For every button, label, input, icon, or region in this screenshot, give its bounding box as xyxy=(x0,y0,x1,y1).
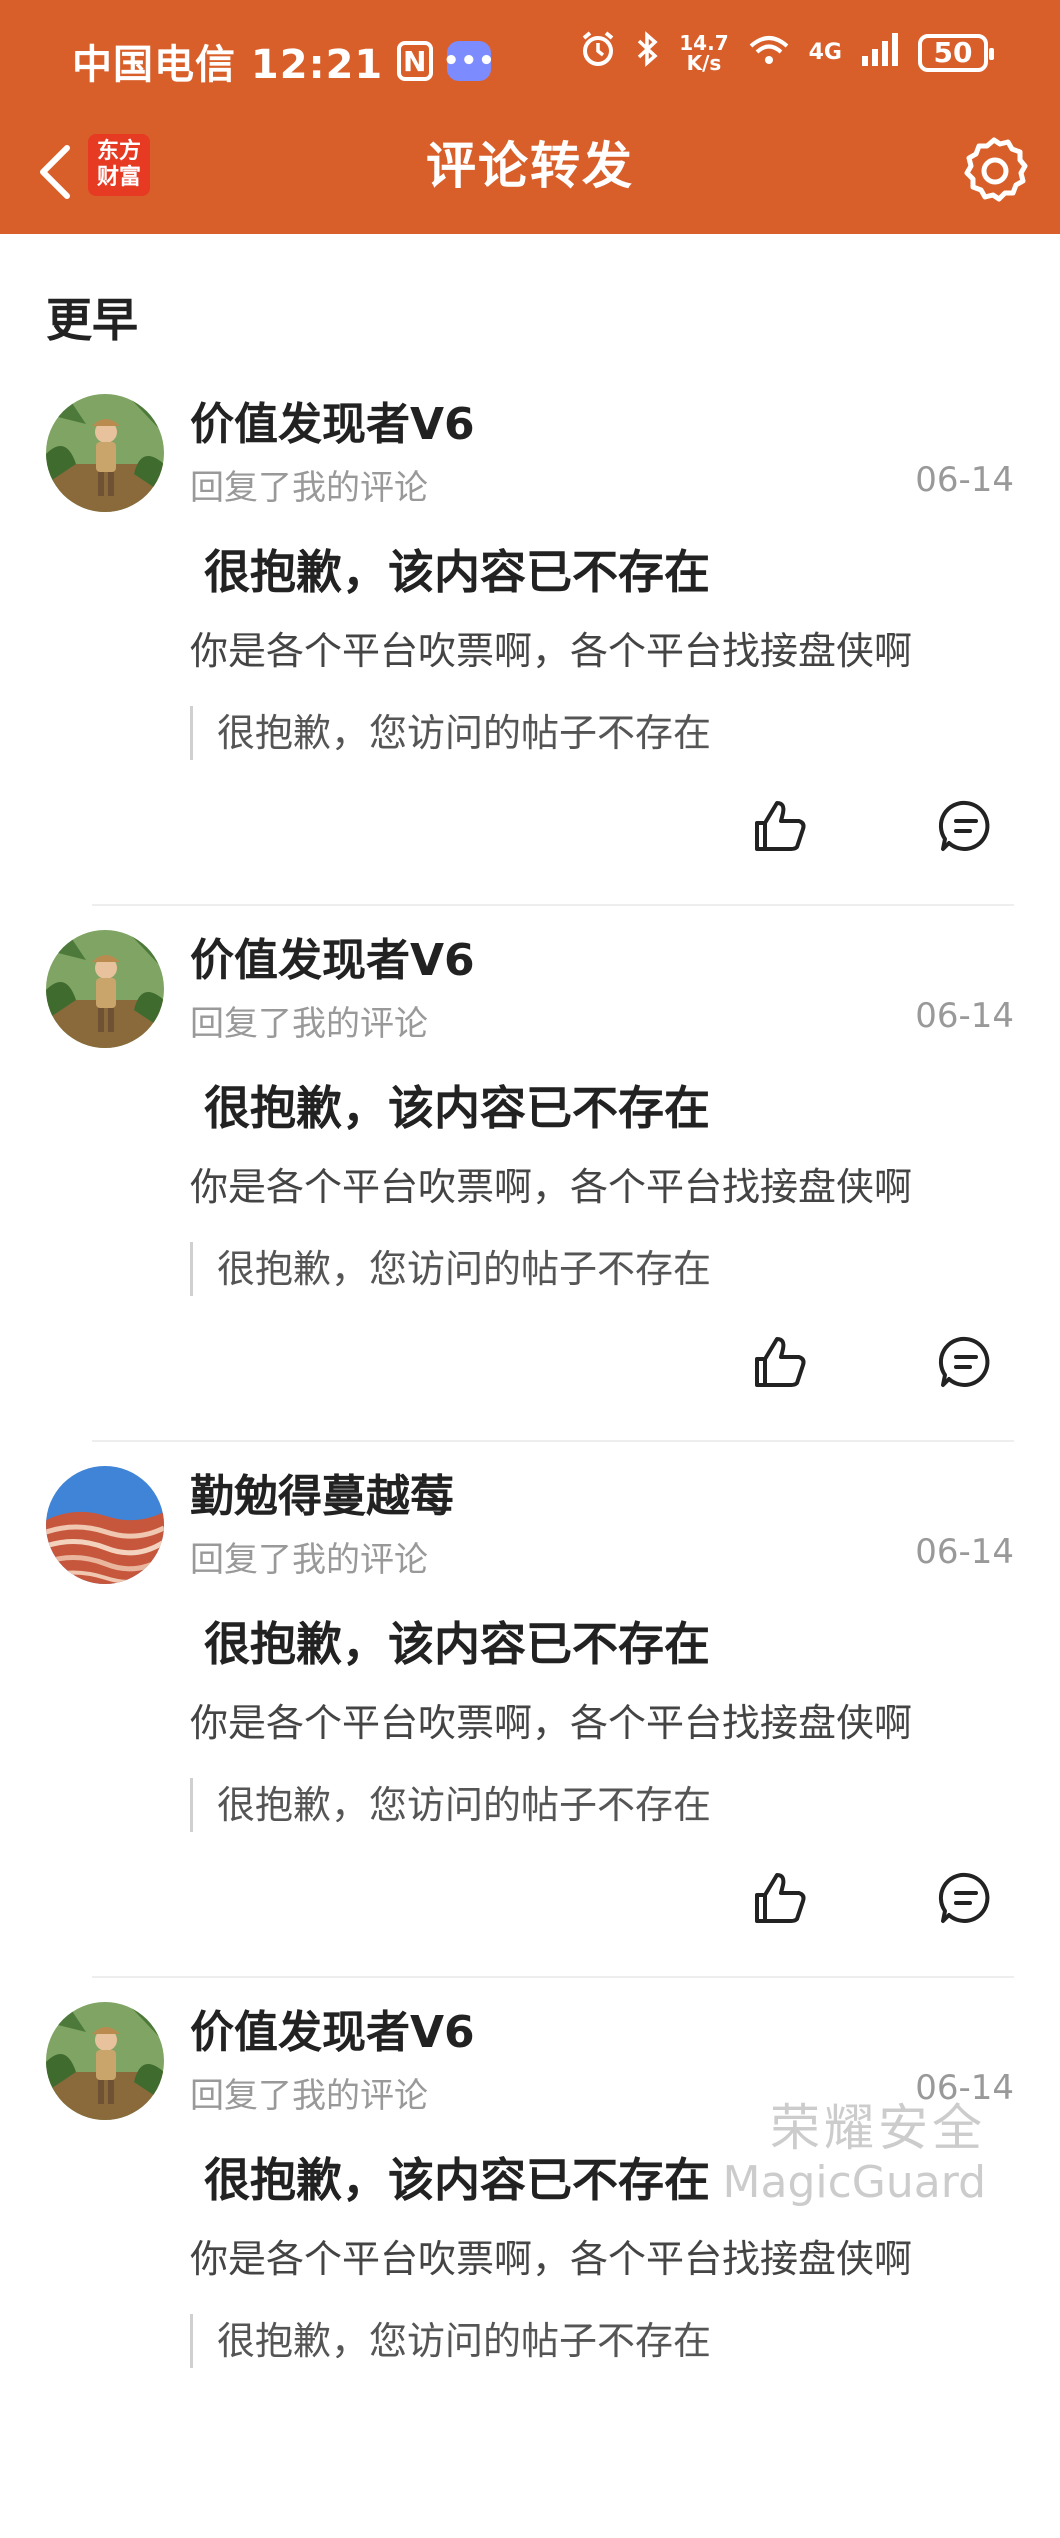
quoted-post[interactable]: 很抱歉，您访问的帖子不存在 xyxy=(190,2314,711,2368)
comment-item[interactable]: 勤勉得蔓越莓 回复了我的评论 06-14 很抱歉，该内容已不存在 你是各个平台吹… xyxy=(0,1466,1060,2002)
message-notification-icon: ••• xyxy=(443,41,495,81)
avatar[interactable] xyxy=(46,1466,164,1584)
speed-value: 14.7 xyxy=(679,30,729,55)
alarm-icon xyxy=(579,30,617,75)
gear-icon xyxy=(964,137,1028,202)
avatar[interactable] xyxy=(46,394,164,512)
quoted-post[interactable]: 很抱歉，您访问的帖子不存在 xyxy=(190,1778,711,1832)
watermark-line1: 荣耀安全 xyxy=(770,2099,986,2157)
bluetooth-icon xyxy=(635,30,661,75)
top-bar: 中国电信 12:21 N ••• 14.7 K/s 4G 50 评论转发 东方 … xyxy=(0,0,1060,234)
username[interactable]: 价值发现者V6 xyxy=(190,924,475,988)
reply-text[interactable]: 你是各个平台吹票啊，各个平台找接盘侠啊 xyxy=(190,1692,912,1747)
action-text: 回复了我的评论 xyxy=(190,468,428,508)
like-button[interactable] xyxy=(748,1866,812,1930)
wifi-icon xyxy=(747,30,791,75)
explorer-jungle-avatar-icon xyxy=(46,930,164,1048)
status-left: 中国电信 12:21 N ••• xyxy=(72,32,495,90)
date: 06-14 xyxy=(915,1532,1014,1572)
divider xyxy=(92,1440,1014,1442)
action-text: 回复了我的评论 xyxy=(190,2076,428,2116)
quoted-post[interactable]: 很抱歉，您访问的帖子不存在 xyxy=(190,706,711,760)
comment-bubble-icon xyxy=(938,1872,990,1923)
username[interactable]: 价值发现者V6 xyxy=(190,1996,475,2060)
back-button[interactable] xyxy=(22,136,88,208)
content-title: 很抱歉，该内容已不存在 xyxy=(204,1081,710,1135)
content-title: 很抱歉，该内容已不存在 xyxy=(204,1617,710,1671)
quoted-post[interactable]: 很抱歉，您访问的帖子不存在 xyxy=(190,1242,711,1296)
comment-item[interactable]: 价值发现者V6 回复了我的评论 06-14 很抱歉，该内容已不存在 你是各个平台… xyxy=(0,394,1060,930)
comment-item[interactable]: 价值发现者V6 回复了我的评论 06-14 很抱歉，该内容已不存在 你是各个平台… xyxy=(0,930,1060,1466)
section-title: 更早 xyxy=(46,293,138,347)
watermark-line2: MagicGuard xyxy=(722,2156,986,2208)
status-right: 14.7 K/s 4G 50 xyxy=(579,30,994,75)
username[interactable]: 价值发现者V6 xyxy=(190,388,475,452)
comment-item[interactable]: 价值发现者V6 回复了我的评论 06-14 很抱歉，该内容已不存在 你是各个平台… xyxy=(0,2002,1060,2538)
thumbs-up-icon xyxy=(755,1337,806,1387)
explorer-jungle-avatar-icon xyxy=(46,394,164,512)
comment-button[interactable] xyxy=(934,794,998,858)
nfc-icon: N xyxy=(397,41,434,81)
logo-line2: 财富 xyxy=(96,165,141,190)
comment-bubble-icon xyxy=(938,1336,990,1387)
security-watermark: 荣耀安全 MagicGuard xyxy=(722,2099,986,2208)
page-title: 评论转发 xyxy=(426,137,634,195)
divider xyxy=(92,904,1014,906)
reply-text[interactable]: 你是各个平台吹票啊，各个平台找接盘侠啊 xyxy=(190,2228,912,2283)
logo-line1: 东方 xyxy=(96,139,141,164)
username[interactable]: 勤勉得蔓越莓 xyxy=(190,1460,454,1524)
reply-text[interactable]: 你是各个平台吹票啊，各个平台找接盘侠啊 xyxy=(190,620,912,675)
content-title: 很抱歉，该内容已不存在 xyxy=(204,2153,710,2207)
like-button[interactable] xyxy=(748,794,812,858)
chevron-left-icon xyxy=(40,145,70,199)
comment-bubble-icon xyxy=(938,800,990,851)
thumbs-up-icon xyxy=(755,801,806,851)
nav-bar: 评论转发 东方 财富 xyxy=(0,116,1060,234)
comment-button[interactable] xyxy=(934,1330,998,1394)
signal-icon xyxy=(860,30,900,75)
like-button[interactable] xyxy=(748,1330,812,1394)
network-speed: 14.7 K/s xyxy=(679,33,728,73)
comment-button[interactable] xyxy=(934,1866,998,1930)
battery-indicator: 50 xyxy=(918,33,994,72)
speed-unit: K/s xyxy=(686,50,722,75)
carrier-time: 中国电信 12:21 xyxy=(72,42,384,88)
reply-text[interactable]: 你是各个平台吹票啊，各个平台找接盘侠啊 xyxy=(190,1156,912,1211)
network-type: 4G xyxy=(808,40,842,65)
avatar[interactable] xyxy=(46,930,164,1048)
divider xyxy=(92,1976,1014,1978)
settings-button[interactable] xyxy=(954,130,1034,210)
status-bar: 中国电信 12:21 N ••• 14.7 K/s 4G 50 xyxy=(0,0,1060,116)
action-text: 回复了我的评论 xyxy=(190,1004,428,1044)
explorer-jungle-avatar-icon xyxy=(46,2002,164,2120)
date: 06-14 xyxy=(915,996,1014,1036)
red-canyon-avatar-icon xyxy=(46,1466,164,1584)
action-text: 回复了我的评论 xyxy=(190,1540,428,1580)
thumbs-up-icon xyxy=(755,1873,806,1923)
app-logo: 东方 财富 xyxy=(88,134,150,196)
content-title: 很抱歉，该内容已不存在 xyxy=(204,545,710,599)
avatar[interactable] xyxy=(46,2002,164,2120)
date: 06-14 xyxy=(915,460,1014,500)
